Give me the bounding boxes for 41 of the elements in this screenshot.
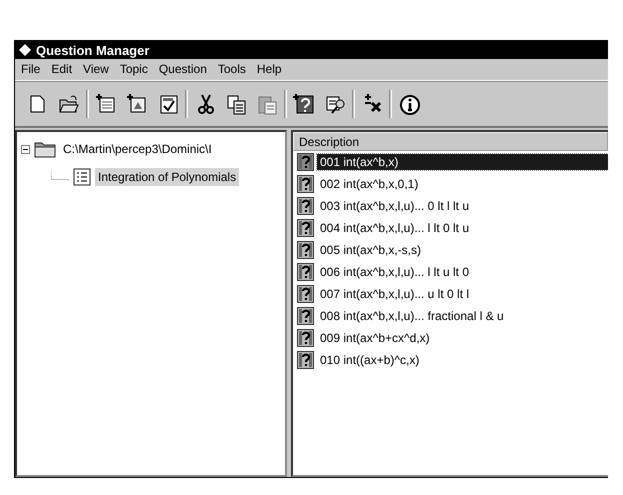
- menu-item[interactable]: Tools: [218, 62, 246, 76]
- diamond-icon: [18, 43, 32, 57]
- list-item[interactable]: 004 int(ax^b,x,l,u)... l lt 0 lt u: [317, 220, 472, 236]
- menu-item[interactable]: Topic: [120, 62, 148, 76]
- new-list-icon[interactable]: [95, 93, 117, 115]
- list-item[interactable]: 006 int(ax^b,x,l,u)... l lt u lt 0: [317, 264, 472, 280]
- question-icon: [297, 351, 314, 369]
- list-icon: [73, 168, 91, 186]
- collapse-icon[interactable]: [21, 144, 30, 154]
- question-icon: [297, 219, 314, 237]
- list-item[interactable]: 003 int(ax^b,x,l,u)... 0 lt l lt u: [317, 198, 472, 214]
- column-header[interactable]: Description: [293, 132, 608, 151]
- list-item[interactable]: 005 int(ax^b,x,-s,s): [317, 242, 424, 258]
- question-icon: [297, 329, 314, 347]
- question-icon: [297, 197, 314, 215]
- question-icon: [297, 153, 314, 171]
- window-title: Question Manager: [36, 42, 150, 58]
- menu-item[interactable]: Help: [256, 62, 282, 76]
- copy-icon[interactable]: [225, 93, 247, 115]
- list-item[interactable]: 008 int(ax^b,x,l,u)... fractional l & u: [317, 308, 507, 324]
- new-picture-icon[interactable]: [126, 93, 148, 115]
- question-icon: [297, 241, 314, 259]
- menu-item[interactable]: View: [83, 62, 109, 76]
- info-icon[interactable]: [398, 93, 420, 115]
- list-item[interactable]: 009 int(ax^b+cx^d,x): [317, 330, 433, 346]
- open-folder-icon[interactable]: [58, 93, 80, 115]
- question-icon: [297, 307, 314, 325]
- list-item[interactable]: 007 int(ax^b,x,l,u)... u lt 0 lt l: [317, 286, 472, 302]
- menu-item[interactable]: File: [21, 62, 40, 76]
- list-item[interactable]: 002 int(ax^b,x,0,1): [317, 176, 422, 192]
- question-icon: [297, 285, 314, 303]
- tree-item[interactable]: C:\Martin\percep3\Dominic\I: [60, 140, 215, 158]
- menu-item[interactable]: Edit: [51, 62, 72, 76]
- question-icon: [297, 263, 314, 281]
- folder-icon: [34, 140, 56, 158]
- list-item[interactable]: 010 int((ax+b)^c,x): [317, 352, 422, 368]
- tree-item[interactable]: Integration of Polynomials: [95, 168, 240, 186]
- question-icon: [297, 175, 314, 193]
- question-card-icon[interactable]: [293, 93, 315, 115]
- menu-item[interactable]: Question: [158, 62, 207, 76]
- list-item[interactable]: 001 int(ax^b,x): [317, 154, 608, 170]
